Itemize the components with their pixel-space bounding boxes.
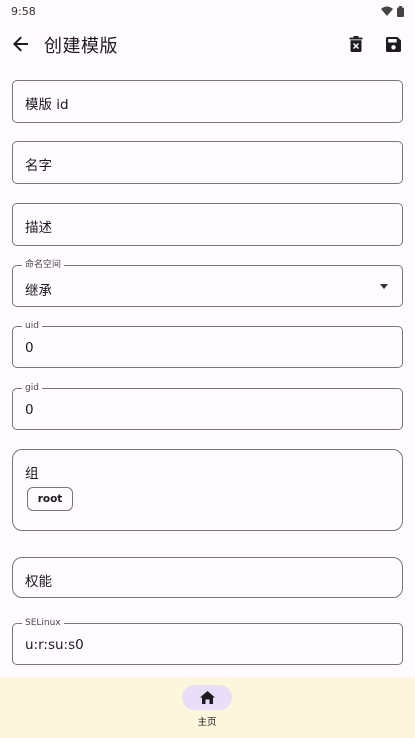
name-placeholder: 名字 (25, 158, 52, 174)
capabilities-field[interactable]: 权能 (12, 557, 403, 598)
groups-title: 组 (25, 466, 39, 482)
delete-button[interactable] (342, 30, 370, 58)
capabilities-placeholder: 权能 (25, 574, 52, 590)
dropdown-arrow-icon[interactable] (380, 284, 388, 289)
status-icons (381, 5, 404, 17)
nav-item-home[interactable]: 主页 (182, 685, 232, 733)
status-time: 9:58 (11, 4, 36, 18)
groups-field[interactable]: 组 root (12, 449, 403, 531)
nav-item-home-label: 主页 (197, 717, 217, 728)
description-field[interactable]: 描述 (12, 203, 403, 246)
arrow-back-icon (13, 36, 28, 52)
selinux-field[interactable]: SELinux u:r:su:s0 (12, 618, 403, 665)
top-app-bar: 创建模版 (0, 22, 415, 66)
battery-icon (397, 5, 404, 17)
template-id-field[interactable]: 模版 id (12, 80, 403, 123)
delete-forever-icon (349, 36, 363, 52)
save-button[interactable] (379, 30, 407, 58)
selinux-value: u:r:su:s0 (25, 637, 84, 653)
namespace-value: 继承 (25, 283, 52, 299)
bottom-navigation-bar: 主页 (0, 677, 415, 738)
gid-label: gid (22, 383, 42, 394)
back-button[interactable] (7, 30, 35, 58)
home-icon (199, 691, 215, 704)
namespace-dropdown[interactable]: 命名空间 继承 (12, 260, 403, 307)
wifi-icon (381, 6, 393, 16)
status-bar: 9:58 (0, 0, 415, 22)
uid-value: 0 (25, 340, 34, 356)
gid-field[interactable]: gid 0 (12, 383, 403, 430)
namespace-label: 命名空间 (22, 260, 65, 271)
selinux-label: SELinux (22, 618, 64, 629)
nav-indicator (182, 685, 232, 710)
gid-value: 0 (25, 402, 34, 418)
name-field[interactable]: 名字 (12, 141, 403, 184)
group-chip-root[interactable]: root (27, 487, 73, 511)
page-title: 创建模版 (44, 36, 118, 57)
description-placeholder: 描述 (25, 220, 52, 236)
uid-field[interactable]: uid 0 (12, 321, 403, 368)
save-icon (385, 36, 401, 52)
uid-label: uid (22, 321, 42, 332)
template-id-placeholder: 模版 id (25, 97, 69, 113)
